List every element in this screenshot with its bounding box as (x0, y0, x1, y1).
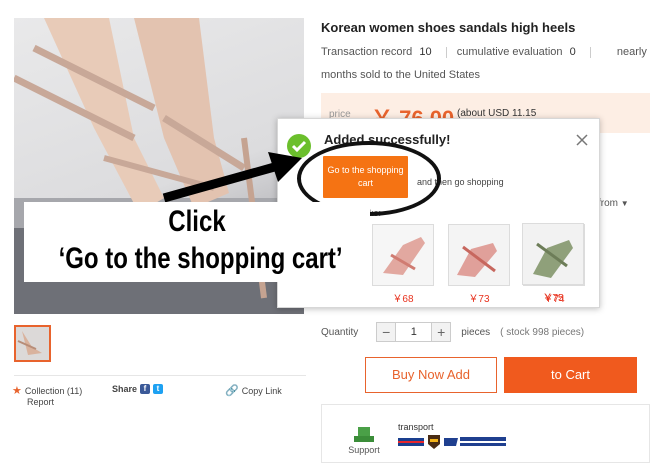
quantity-label: Quantity (321, 326, 359, 338)
transaction-count: 10 (419, 46, 432, 58)
evaluation-count: 0 (569, 46, 576, 58)
report-label: Report (27, 397, 55, 407)
collection-link[interactable]: ★ Collection (11) (12, 384, 82, 397)
instruction-callout: Click ‘Go to the shopping cart’ (24, 202, 370, 282)
evaluation-label: cumulative evaluation (456, 46, 563, 58)
link-icon: 🔗 (225, 385, 239, 397)
carrier-logos (398, 435, 506, 449)
recommendation-item[interactable]: ￥75 (522, 223, 584, 304)
instruction-line2: ‘Go to the shopping cart’ (58, 242, 343, 275)
stats-separator (589, 46, 591, 58)
recommendation-price: ￥68 (392, 294, 414, 305)
usps-logo (444, 437, 506, 446)
support-link[interactable]: Support (344, 427, 384, 455)
caret-down-icon: ▼ (620, 199, 629, 208)
transport-label: transport (398, 422, 434, 432)
quantity-minus-button[interactable]: − (377, 323, 396, 341)
transaction-label: Transaction record (321, 46, 413, 58)
ups-logo (428, 435, 440, 449)
buy-now-button[interactable]: Buy Now Add (365, 357, 497, 393)
close-icon[interactable] (574, 132, 590, 148)
share-label: Share (112, 384, 138, 394)
support-label: Support (348, 445, 380, 455)
sold-prefix: nearly 3 (616, 46, 650, 58)
support-icon (354, 427, 374, 442)
recommendation-price: ￥73 (468, 294, 490, 305)
divider (14, 375, 306, 376)
recommendation-item[interactable]: ￥73 (448, 224, 510, 305)
product-title: Korean women shoes sandals high heels (321, 20, 576, 35)
twitter-icon[interactable]: t (153, 384, 164, 394)
pointer-arrow-icon (162, 152, 302, 203)
from-dropdown[interactable]: from ▼ (598, 198, 629, 209)
close-x-glyph (576, 134, 588, 146)
ems-logo (398, 436, 424, 448)
thumbnail-strip (14, 325, 51, 362)
quantity-unit: pieces (461, 326, 491, 338)
stats-separator (445, 46, 447, 58)
report-link[interactable]: Report (27, 397, 54, 407)
quantity-input[interactable]: 1 (395, 323, 433, 341)
recommendation-image (372, 224, 434, 286)
recommendation-image (448, 224, 510, 286)
recommendation-price: ￥75 (542, 293, 564, 304)
recommendation-image (522, 223, 584, 285)
quantity-row: Quantity − 1 + pieces ( stock 998 pieces… (321, 322, 584, 342)
quantity-plus-button[interactable]: + (432, 323, 451, 341)
recommendation-item[interactable]: ￥68 (372, 224, 434, 305)
quantity-stepper: − 1 + (376, 322, 452, 342)
sold-suffix: months sold to the United States (321, 69, 480, 81)
from-label: from (598, 198, 618, 209)
add-to-cart-button[interactable]: to Cart (504, 357, 637, 393)
copy-link[interactable]: 🔗 Copy Link (225, 384, 282, 397)
facebook-icon[interactable]: f (140, 384, 151, 394)
stock-info: ( stock 998 pieces) (500, 326, 585, 338)
thumbnail-1[interactable] (14, 325, 51, 362)
thumbnail-image (16, 327, 49, 360)
star-icon: ★ (12, 385, 22, 397)
service-box: Support transport (321, 404, 650, 463)
instruction-line1: Click (168, 205, 226, 238)
copy-link-label: Copy Link (241, 385, 282, 396)
share-group: Share f t (112, 384, 164, 394)
product-stats: Transaction record 10 cumulative evaluat… (321, 46, 650, 58)
collection-label: Collection (11) (24, 385, 83, 396)
